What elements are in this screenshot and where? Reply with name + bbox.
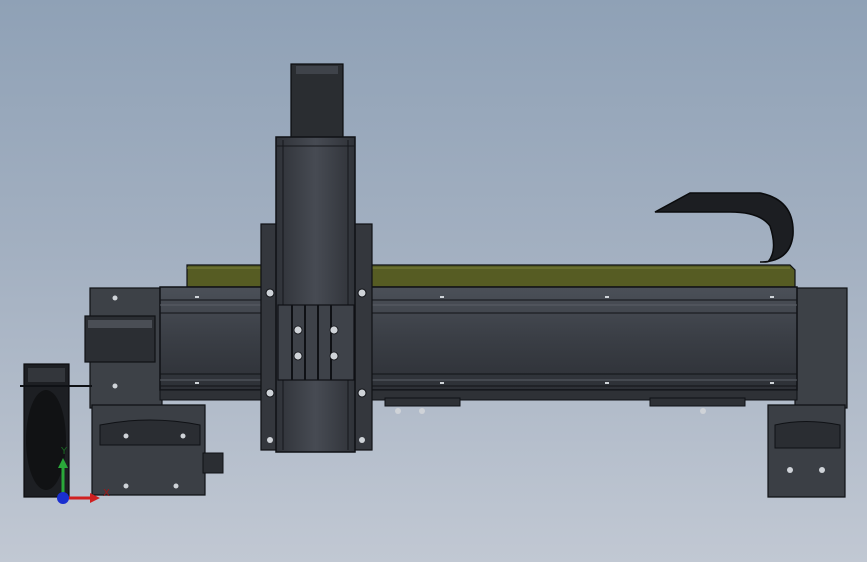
cable-chain — [654, 192, 794, 263]
cad-viewport[interactable]: Y X — [0, 0, 867, 562]
x-axis-label: X — [103, 488, 110, 499]
gantry-model[interactable] — [0, 0, 867, 562]
main-beam — [159, 286, 798, 391]
z-motor — [290, 63, 344, 140]
z-carriage — [277, 304, 355, 381]
z-axis-dot — [57, 492, 69, 504]
right-support-leg — [767, 404, 846, 498]
coordinate-triad: Y X — [57, 446, 110, 504]
y-axis-label: Y — [60, 446, 68, 457]
z-column — [275, 136, 356, 453]
right-end-plate — [794, 287, 848, 409]
